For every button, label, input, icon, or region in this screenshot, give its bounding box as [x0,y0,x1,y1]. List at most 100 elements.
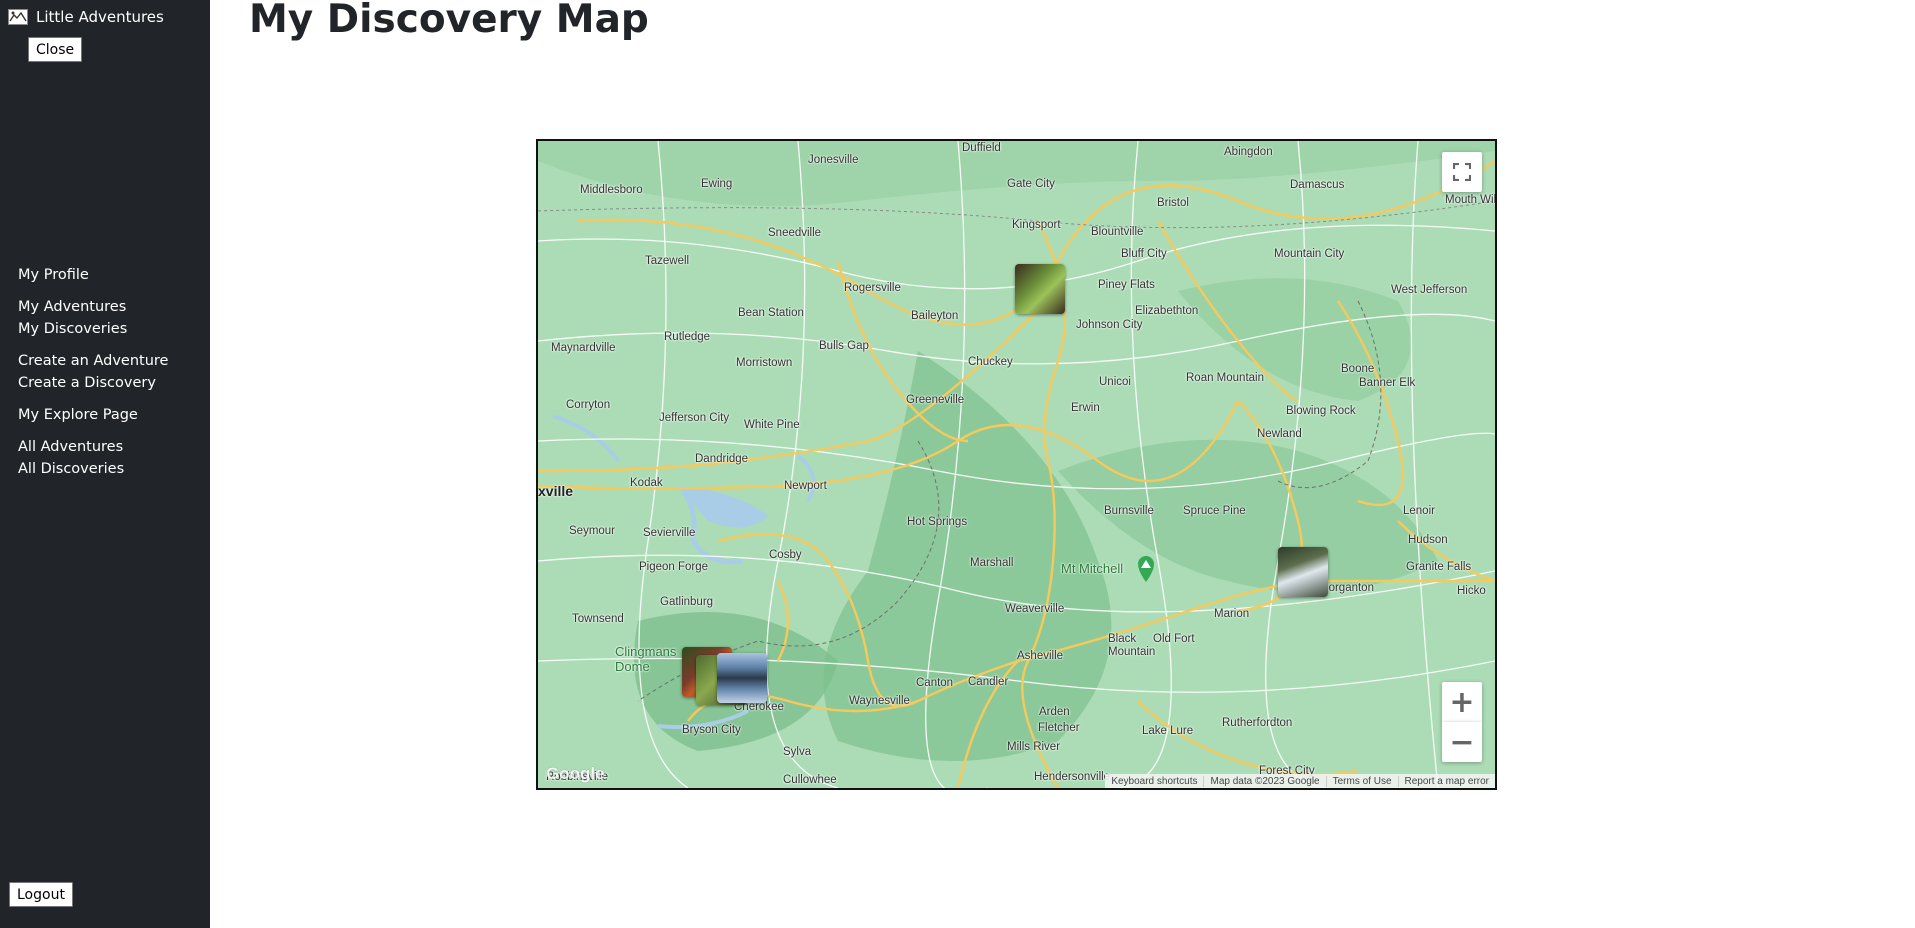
place-label: Erwin [1071,402,1100,414]
nav-create-discovery[interactable]: Create a Discovery [18,372,168,394]
map-data-text: Map data ©2023 Google [1203,775,1325,787]
nav-my-explore-page[interactable]: My Explore Page [18,404,168,426]
place-label: Waynesville [849,695,910,707]
place-label: White Pine [744,419,800,431]
fullscreen-button[interactable] [1442,152,1482,192]
place-label: Baileyton [911,310,959,322]
nav-group-profile: My Profile [18,264,168,286]
place-label: Roan Mountain [1186,372,1264,384]
place-label: Tazewell [645,255,690,267]
mountain-peak-pin-icon[interactable] [1135,553,1157,583]
discovery-marker-fern[interactable] [1015,264,1065,314]
sidebar-nav: My Profile My Adventures My Discoveries … [18,264,168,490]
place-label: Piney Flats [1098,279,1155,291]
place-label: Cullowhee [783,774,837,786]
place-label: Elizabethton [1135,305,1199,317]
map-attribution: Keyboard shortcuts Map data ©2023 Google… [1105,774,1495,788]
place-label: Candler [968,676,1009,688]
nav-my-discoveries[interactable]: My Discoveries [18,318,168,340]
place-label: Duffield [962,142,1001,154]
place-label: Weaverville [1005,603,1065,615]
place-label: Hicko [1457,585,1486,597]
discovery-marker-waterfall[interactable] [1278,547,1328,597]
nav-all-adventures[interactable]: All Adventures [18,436,168,458]
zoom-out-button[interactable]: − [1442,722,1482,762]
nav-group-create: Create an Adventure Create a Discovery [18,350,168,394]
place-label: Granite Falls [1406,561,1472,573]
place-label: Rutherfordton [1222,717,1293,729]
place-label: Banner Elk [1359,377,1416,389]
nav-my-profile[interactable]: My Profile [18,264,168,286]
place-label: Bean Station [738,307,804,319]
place-label: West Jefferson [1391,284,1468,296]
nav-group-all: All Adventures All Discoveries [18,436,168,480]
place-label: Pigeon Forge [639,561,709,573]
report-map-error-link[interactable]: Report a map error [1397,775,1495,787]
place-label: Boone [1341,363,1375,375]
place-label: Corryton [566,399,611,411]
place-label: Lenoir [1403,505,1435,517]
keyboard-shortcuts-link[interactable]: Keyboard shortcuts [1105,776,1203,787]
zoom-in-button[interactable]: + [1442,682,1482,722]
place-label: Clingmans Dome [615,644,677,674]
place-label: Marion [1214,608,1250,620]
discovery-map[interactable]: Jonesville Duffield Abingdon Damascus Mo… [536,139,1497,790]
place-label: Bulls Gap [819,340,869,352]
place-label: Bristol [1157,197,1189,209]
place-label: Gatlinburg [660,596,714,608]
place-label: Seymour [569,525,616,537]
nav-all-discoveries[interactable]: All Discoveries [18,458,168,480]
place-label: Bluff City [1121,248,1167,260]
place-label: Canton [916,677,954,689]
place-label: Sneedville [768,227,822,239]
place-label: Cosby [769,549,802,561]
brand[interactable]: Little Adventures [8,8,164,26]
place-label: Lake Lure [1142,725,1194,737]
place-label: Townsend [572,613,624,625]
terms-of-use-link[interactable]: Terms of Use [1325,775,1398,787]
nav-my-adventures[interactable]: My Adventures [18,296,168,318]
close-button[interactable]: Close [28,37,83,62]
place-label: Kingsport [1012,219,1061,231]
discovery-marker-sign[interactable] [717,653,767,703]
nav-group-explore: My Explore Page [18,404,168,426]
place-label: Newport [784,480,827,492]
place-label: xville [538,483,574,499]
place-label: Blountville [1091,226,1144,238]
place-label: Sylva [783,746,812,758]
place-label: Ewing [701,178,733,190]
place-label: Greeneville [906,394,965,406]
place-label: Jefferson City [659,412,730,424]
place-label: Gate City [1007,178,1055,190]
place-label: Mouth Wilso [1445,194,1497,206]
place-label: Black Mountain [1108,633,1156,658]
place-label: Abingdon [1224,146,1273,158]
place-label: Jonesville [808,154,859,166]
place-label: Morristown [736,357,793,369]
place-label: Mountain City [1274,248,1345,260]
nav-create-adventure[interactable]: Create an Adventure [18,350,168,372]
place-label: Asheville [1017,650,1064,662]
place-label: Rutledge [664,331,711,343]
brand-map-icon [8,9,28,25]
page-title: My Discovery Map [249,0,649,42]
place-label: Burnsville [1104,505,1154,517]
place-label: Damascus [1290,179,1345,191]
place-label: Middlesboro [580,184,643,196]
place-label: Johnson City [1076,319,1143,331]
place-label: Bryson City [682,724,741,736]
place-label: Kodak [630,477,663,489]
place-label: Spruce Pine [1183,505,1246,517]
place-label: Dandridge [695,453,749,465]
google-logo: Google [546,764,605,783]
place-label: Hendersonville [1034,771,1111,783]
sidebar: Little Adventures Close My Profile My Ad… [0,0,210,928]
place-label: Arden [1039,706,1070,718]
place-label: Chuckey [968,356,1013,368]
fullscreen-icon [1453,163,1471,181]
brand-name: Little Adventures [36,8,164,26]
place-label: Old Fort [1153,633,1195,645]
place-label: Mt Mitchell [1061,561,1124,576]
logout-button[interactable]: Logout [9,882,73,907]
place-label: Rogersville [844,282,901,294]
